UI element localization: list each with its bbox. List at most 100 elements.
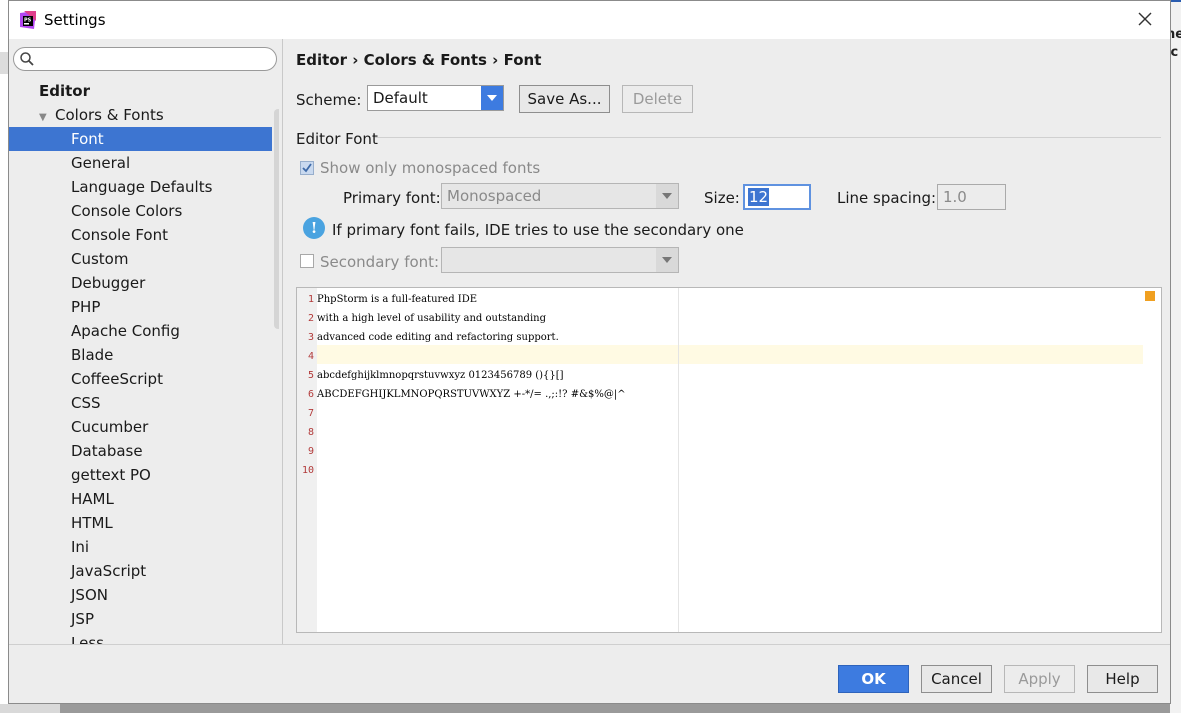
sidebar-item-label: Console Font [71,226,168,244]
sidebar-item-label: Debugger [71,274,146,292]
background-fragment-bottom [0,704,60,713]
sidebar-item[interactable]: Font [9,127,272,151]
sidebar-item[interactable]: Cucumber [9,415,272,439]
scheme-select[interactable]: Default [367,85,504,111]
save-as-button[interactable]: Save As... [519,85,610,113]
font-preview-editor[interactable]: 1 PhpStorm is a full-featured IDE 2 with a … [296,287,1162,633]
sidebar-item[interactable]: Console Font [9,223,272,247]
preview-line: 1 PhpStorm is a full-featured IDE [297,290,477,309]
fallback-info-text: If primary font fails, IDE tries to use … [332,221,744,239]
preview-line: 5 abcdefghijklmnopqrstuvwxyz 0123456789 (… [297,366,564,385]
preview-line: 6 ABCDEFGHIJKLMNOPQRSTUVWXYZ +-*/= .,;:!?… [297,385,626,404]
sidebar-item-label: Custom [71,250,129,268]
search-icon [20,52,34,66]
secondary-font-label: Secondary font: [320,253,440,271]
line-number: 1 [307,294,314,305]
line-spacing-input[interactable]: 1.0 [937,184,1006,210]
sidebar-item-label: Database [71,442,143,460]
sidebar-item[interactable]: JSP [9,607,272,631]
sidebar-item[interactable]: Apache Config [9,319,272,343]
preview-line-text: abcdefghijklmnopqrstuvwxyz 0123456789 ()… [317,370,564,381]
sidebar-item-label: PHP [71,298,101,316]
preview-line-text: ABCDEFGHIJKLMNOPQRSTUVWXYZ +-*/= .,;:!? … [317,389,626,400]
sidebar-item-label: JSP [71,610,94,628]
sidebar-item-label: Editor [39,82,90,100]
right-margin-guide [678,288,679,632]
scheme-label: Scheme: [296,91,362,109]
sidebar-item[interactable]: JSON [9,583,272,607]
sidebar-item[interactable]: Database [9,439,272,463]
sidebar-item[interactable]: HAML [9,487,272,511]
error-stripe-marker[interactable] [1145,291,1155,301]
line-number: 2 [307,313,314,324]
cancel-button[interactable]: Cancel [921,665,992,693]
preview-line: 9 [297,442,317,461]
sidebar-item-label: Colors & Fonts [55,106,164,124]
sidebar-item[interactable]: Console Colors [9,199,272,223]
ok-button[interactable]: OK [838,665,909,693]
font-size-input[interactable]: 12 [743,184,811,210]
secondary-font-select[interactable] [441,247,679,273]
sidebar-item-label: Cucumber [71,418,149,436]
scheme-select-value: Default [373,89,428,107]
primary-font-select[interactable]: Monospaced [441,183,679,209]
sidebar-item[interactable]: Less [9,631,272,644]
line-number: 6 [307,389,314,400]
sidebar-item[interactable]: CoffeeScript [9,367,272,391]
settings-dialog: PS Settings Editor ▼ Colors & Fonts Font Gen… [8,0,1171,704]
info-icon: ! [303,217,325,239]
close-button[interactable] [1130,5,1160,33]
phpstorm-app-icon: PS [20,11,36,29]
font-size-value: 12 [748,188,770,206]
sidebar-item[interactable]: ▼ Colors & Fonts [9,103,272,127]
sidebar-item-label: Console Colors [71,202,183,220]
window-title: Settings [44,11,106,29]
checkmark-icon [302,163,312,173]
delete-button[interactable]: Delete [622,85,693,113]
line-number: 9 [307,446,314,457]
preview-line: 2 with a high level of usability and outs… [297,309,546,328]
secondary-font-checkbox[interactable] [300,254,314,268]
chevron-down-icon [656,184,678,208]
expand-arrow-icon[interactable]: ▼ [39,106,55,130]
sidebar-item[interactable]: Custom [9,247,272,271]
sidebar-item-label: Apache Config [71,322,180,340]
sidebar-item-label: Language Defaults [71,178,213,196]
settings-content: Editor › Colors & Fonts › Font Scheme: D… [283,39,1170,644]
line-number: 4 [307,351,314,362]
preview-line-text: PhpStorm is a full-featured IDE [317,294,478,305]
show-monospaced-label: Show only monospaced fonts [320,159,541,177]
sidebar-item[interactable]: General [9,151,272,175]
settings-sidebar: Editor ▼ Colors & Fonts Font General Language… [9,39,279,644]
sidebar-item[interactable]: HTML [9,511,272,535]
apply-button[interactable]: Apply [1004,665,1075,693]
sidebar-scrollbar[interactable] [274,109,279,329]
chevron-down-icon [481,86,503,110]
current-line-highlight [317,345,1143,364]
primary-font-label: Primary font: [343,189,441,207]
help-button[interactable]: Help [1087,665,1158,693]
sidebar-item-label: CSS [71,394,101,412]
sidebar-item[interactable]: Ini [9,535,272,559]
sidebar-item[interactable]: PHP [9,295,272,319]
settings-search-input[interactable] [13,47,277,71]
sidebar-item[interactable]: Blade [9,343,272,367]
sidebar-item[interactable]: Editor [9,79,272,103]
editor-font-group-label: Editor Font [296,130,378,148]
sidebar-item-label: HTML [71,514,113,532]
sidebar-item[interactable]: CSS [9,391,272,415]
sidebar-item-label: JSON [71,586,108,604]
sidebar-item-label: CoffeeScript [71,370,163,388]
sidebar-item[interactable]: Language Defaults [9,175,272,199]
group-separator [375,137,1161,138]
sidebar-item[interactable]: gettext PO [9,463,272,487]
preview-line: 8 [297,423,317,442]
sidebar-item-label: Ini [71,538,90,556]
preview-line-text: with a high level of usability and outst… [317,313,546,324]
title-bar[interactable]: PS Settings [9,1,1170,39]
sidebar-item[interactable]: JavaScript [9,559,272,583]
show-monospaced-checkbox[interactable] [300,161,314,175]
settings-tree: Editor ▼ Colors & Fonts Font General Language… [9,79,272,644]
sidebar-item[interactable]: Debugger [9,271,272,295]
line-number: 10 [301,465,314,476]
